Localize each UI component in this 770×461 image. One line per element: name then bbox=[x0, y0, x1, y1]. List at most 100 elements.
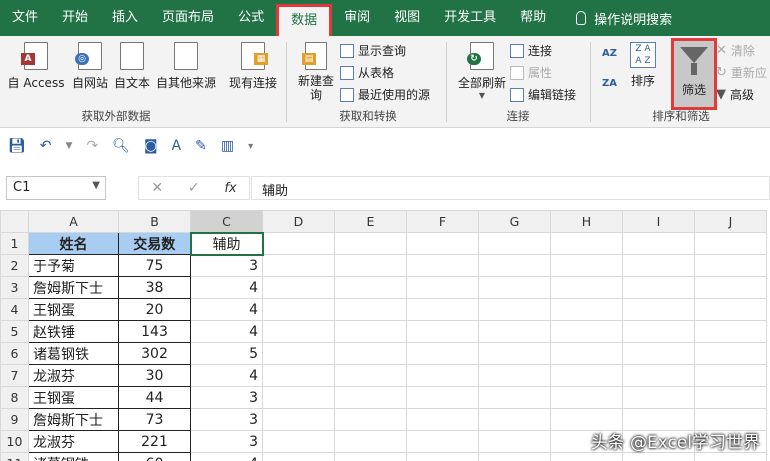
cell[interactable] bbox=[478, 298, 551, 321]
cell[interactable] bbox=[406, 254, 479, 277]
cell[interactable] bbox=[334, 342, 407, 365]
cell[interactable] bbox=[478, 452, 551, 461]
tab-page-layout[interactable]: 页面布局 bbox=[150, 0, 226, 36]
cell[interactable] bbox=[334, 452, 407, 461]
spelling-icon[interactable]: A bbox=[172, 138, 182, 154]
cell[interactable] bbox=[334, 298, 407, 321]
row-header[interactable]: 7 bbox=[0, 364, 29, 387]
cell[interactable] bbox=[334, 232, 407, 255]
cell[interactable] bbox=[478, 430, 551, 453]
cell[interactable]: 赵铁锤 bbox=[28, 320, 119, 343]
cell[interactable] bbox=[262, 232, 335, 255]
cell[interactable] bbox=[694, 254, 767, 277]
cell[interactable] bbox=[550, 364, 623, 387]
chart-icon[interactable]: ▥ bbox=[221, 138, 234, 154]
cell[interactable] bbox=[550, 276, 623, 299]
cell[interactable]: 4 bbox=[190, 320, 263, 343]
cell[interactable]: 5 bbox=[190, 342, 263, 365]
cell[interactable]: 73 bbox=[118, 408, 191, 431]
cell[interactable] bbox=[622, 386, 695, 409]
cell[interactable] bbox=[406, 298, 479, 321]
cell[interactable] bbox=[550, 386, 623, 409]
cell[interactable] bbox=[334, 276, 407, 299]
from-web-button[interactable]: ◎ 自网站 bbox=[68, 42, 112, 91]
reapply-button[interactable]: ↻ 重新应 bbox=[716, 64, 767, 81]
from-table-button[interactable]: 从表格 bbox=[340, 64, 394, 81]
column-header[interactable]: D bbox=[262, 210, 335, 233]
tab-help[interactable]: 帮助 bbox=[508, 0, 558, 36]
cell[interactable] bbox=[478, 232, 551, 255]
cell[interactable] bbox=[550, 452, 623, 461]
cell[interactable] bbox=[622, 254, 695, 277]
cell[interactable]: 姓名 bbox=[28, 232, 119, 255]
insert-function-icon[interactable]: fx bbox=[224, 181, 236, 196]
cell[interactable]: 诸葛钢铁 bbox=[28, 452, 119, 461]
tab-insert[interactable]: 插入 bbox=[100, 0, 150, 36]
recent-sources-button[interactable]: 最近使用的源 bbox=[340, 86, 430, 103]
name-box[interactable]: C1 ▼ bbox=[6, 176, 106, 200]
column-header[interactable]: F bbox=[406, 210, 479, 233]
cell[interactable] bbox=[694, 276, 767, 299]
tab-review[interactable]: 审阅 bbox=[332, 0, 382, 36]
cancel-icon[interactable]: ✕ bbox=[151, 180, 163, 196]
column-header[interactable]: E bbox=[334, 210, 407, 233]
name-box-dropdown-icon[interactable]: ▼ bbox=[92, 180, 100, 191]
cell[interactable] bbox=[406, 364, 479, 387]
print-preview-icon[interactable]: 🔍︎ bbox=[112, 138, 130, 154]
row-header[interactable]: 10 bbox=[0, 430, 29, 453]
cell[interactable] bbox=[622, 320, 695, 343]
cell[interactable] bbox=[406, 232, 479, 255]
cell[interactable] bbox=[262, 320, 335, 343]
cell[interactable]: 4 bbox=[190, 298, 263, 321]
tab-home[interactable]: 开始 bbox=[50, 0, 100, 36]
column-header[interactable]: C bbox=[190, 210, 263, 234]
undo-dropdown-icon[interactable]: ▼ bbox=[66, 141, 73, 151]
column-header[interactable]: A bbox=[28, 210, 119, 233]
undo-icon[interactable]: ↶ bbox=[40, 138, 52, 154]
advanced-filter-button[interactable]: ▼ 高级 bbox=[716, 86, 754, 103]
row-header[interactable]: 11 bbox=[0, 452, 29, 461]
cell[interactable] bbox=[622, 298, 695, 321]
cell[interactable] bbox=[478, 342, 551, 365]
selected-cell[interactable]: 辅助 bbox=[189, 231, 264, 256]
cell[interactable]: 3 bbox=[190, 430, 263, 453]
cell[interactable] bbox=[694, 232, 767, 255]
cell[interactable] bbox=[406, 342, 479, 365]
row-header[interactable]: 1 bbox=[0, 232, 29, 255]
cell[interactable]: 44 bbox=[118, 386, 191, 409]
refresh-all-button[interactable]: ↻ 全部刷新 ▼ bbox=[454, 42, 510, 100]
select-all-corner[interactable] bbox=[0, 210, 29, 233]
cell[interactable] bbox=[478, 320, 551, 343]
cell[interactable]: 交易数 bbox=[118, 232, 191, 255]
cell[interactable]: 38 bbox=[118, 276, 191, 299]
cell[interactable] bbox=[406, 320, 479, 343]
cell[interactable] bbox=[262, 276, 335, 299]
cell[interactable] bbox=[550, 254, 623, 277]
cell[interactable] bbox=[334, 254, 407, 277]
connections-button[interactable]: 连接 bbox=[510, 42, 552, 59]
format-painter-icon[interactable]: ✎ bbox=[195, 138, 207, 154]
cell[interactable] bbox=[622, 364, 695, 387]
cell[interactable] bbox=[334, 320, 407, 343]
cell[interactable] bbox=[334, 430, 407, 453]
tab-file[interactable]: 文件 bbox=[0, 0, 50, 36]
cell[interactable] bbox=[550, 298, 623, 321]
cell[interactable] bbox=[694, 320, 767, 343]
cell[interactable] bbox=[262, 386, 335, 409]
tell-me-search[interactable]: 操作说明搜索 bbox=[558, 9, 672, 28]
cell[interactable] bbox=[622, 276, 695, 299]
cell[interactable]: 60 bbox=[118, 452, 191, 461]
tab-developer[interactable]: 开发工具 bbox=[432, 0, 508, 36]
cell[interactable] bbox=[622, 342, 695, 365]
cell[interactable]: 30 bbox=[118, 364, 191, 387]
properties-button[interactable]: 属性 bbox=[510, 64, 552, 81]
cell[interactable] bbox=[550, 232, 623, 255]
row-header[interactable]: 5 bbox=[0, 320, 29, 343]
cell[interactable] bbox=[406, 430, 479, 453]
cell[interactable] bbox=[478, 364, 551, 387]
filter-button[interactable]: 筛选 bbox=[671, 38, 717, 110]
column-header[interactable]: J bbox=[694, 210, 767, 233]
cell[interactable] bbox=[262, 298, 335, 321]
sort-a-to-z-button[interactable]: AZ bbox=[602, 48, 617, 59]
cell[interactable]: 75 bbox=[118, 254, 191, 277]
